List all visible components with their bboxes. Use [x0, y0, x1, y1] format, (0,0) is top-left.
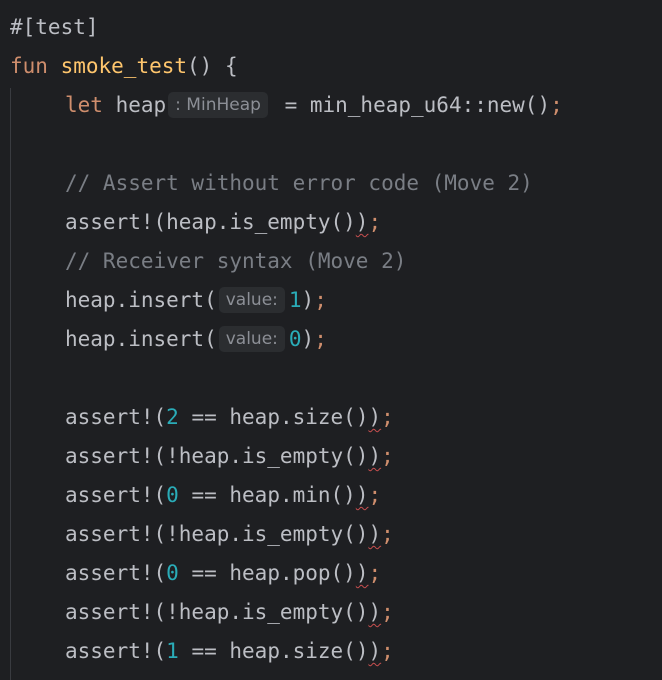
assert-open: assert!( [65, 561, 167, 585]
code-line-assert-pop[interactable]: assert!(0 == heap.pop()); [0, 554, 381, 593]
comment-text: // Assert without error code (Move 2) [65, 171, 533, 195]
semicolon: ; [381, 639, 394, 663]
semicolon: ; [381, 522, 394, 546]
code-line-insert-2[interactable]: heap.insert(value: 0); [0, 320, 327, 359]
warning-squiggle: ) [355, 561, 369, 585]
code-line-attribute[interactable]: #[test] [0, 8, 99, 47]
close-paren: ) [301, 327, 315, 351]
code-line-assert-empty[interactable]: assert!(heap.is_empty()); [0, 203, 381, 242]
warning-squiggle: ) [355, 483, 369, 507]
comparison-expression: == heap.size() [178, 405, 369, 429]
code-line-insert-1[interactable]: heap.insert(value: 1); [0, 281, 327, 320]
code-line-assert-not-empty-1[interactable]: assert!(!heap.is_empty()); [0, 437, 394, 476]
comparison-expression: == heap.min() [178, 483, 356, 507]
number-literal: 0 [288, 327, 302, 351]
insert-call: heap.insert( [65, 288, 217, 312]
warning-squiggle: ) [368, 405, 382, 429]
code-line-comment-2[interactable]: // Receiver syntax (Move 2) [0, 242, 406, 281]
variable-heap: heap [115, 93, 167, 117]
semicolon: ; [314, 327, 327, 351]
code-line-assert-size-1[interactable]: assert!(1 == heap.size()); [0, 632, 394, 671]
code-line-assert-not-empty-3[interactable]: assert!(!heap.is_empty()); [0, 593, 394, 632]
assert-open: assert!( [65, 639, 167, 663]
warning-squiggle: ) [355, 210, 369, 234]
let-initializer: = min_heap_u64::new() [284, 93, 551, 117]
assert-expression: assert!(!heap.is_empty() [65, 522, 369, 546]
code-line-fn-decl[interactable]: fun smoke_test() { [0, 47, 238, 86]
comparison-expression: == heap.size() [178, 639, 369, 663]
param-inlay-hint: value: [218, 287, 285, 313]
code-line-comment-1[interactable]: // Assert without error code (Move 2) [0, 164, 533, 203]
fn-open: () { [187, 54, 238, 78]
number-literal: 0 [166, 561, 179, 585]
function-name: smoke_test [60, 54, 188, 78]
assert-expression: assert!(heap.is_empty() [65, 210, 356, 234]
semicolon: ; [381, 405, 394, 429]
close-paren: ) [301, 288, 315, 312]
code-line-assert-not-empty-2[interactable]: assert!(!heap.is_empty()); [0, 515, 394, 554]
assert-expression: assert!(!heap.is_empty() [65, 444, 369, 468]
warning-squiggle: ) [368, 522, 382, 546]
comment-text: // Receiver syntax (Move 2) [65, 249, 407, 273]
code-line-assert-min[interactable]: assert!(0 == heap.min()); [0, 476, 381, 515]
number-literal: 2 [166, 405, 179, 429]
semicolon: ; [550, 93, 563, 117]
number-literal: 1 [166, 639, 179, 663]
code-line-assert-size-2[interactable]: assert!(2 == heap.size()); [0, 398, 394, 437]
warning-squiggle: ) [368, 444, 382, 468]
comparison-expression: == heap.pop() [178, 561, 356, 585]
semicolon: ; [381, 600, 394, 624]
insert-call: heap.insert( [65, 327, 217, 351]
type-inlay-hint: : MinHeap [168, 92, 268, 118]
assert-open: assert!( [65, 405, 167, 429]
semicolon: ; [368, 483, 382, 507]
fn-keyword: fun [10, 54, 48, 78]
warning-squiggle: ) [368, 639, 382, 663]
number-literal: 0 [166, 483, 179, 507]
semicolon: ; [368, 561, 382, 585]
semicolon: ; [314, 288, 327, 312]
assert-open: assert!( [65, 483, 167, 507]
param-inlay-hint: value: [218, 326, 285, 352]
assert-expression: assert!(!heap.is_empty() [65, 600, 369, 624]
attribute-text: #[test] [10, 15, 99, 39]
let-keyword: let [65, 93, 103, 117]
number-literal: 1 [288, 288, 302, 312]
semicolon: ; [381, 444, 394, 468]
code-line-let[interactable]: let heap: MinHeap = min_heap_u64::new(); [0, 86, 563, 125]
semicolon: ; [368, 210, 382, 234]
code-editor[interactable]: #[test] fun smoke_test() { let heap: Min… [0, 0, 662, 680]
warning-squiggle: ) [368, 600, 382, 624]
